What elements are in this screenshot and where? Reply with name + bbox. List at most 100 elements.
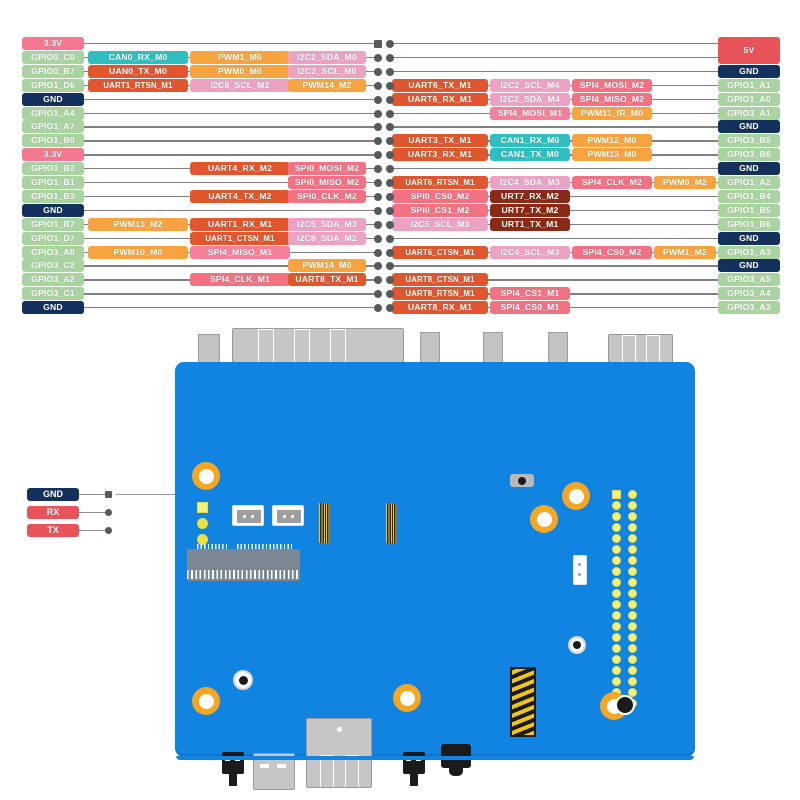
pin-function-chip[interactable]: GPIO3_A1 (718, 106, 780, 120)
header-pin[interactable] (612, 523, 621, 532)
pin-function-chip[interactable]: UAN0_TX_M0 (88, 64, 188, 78)
header-pin[interactable] (374, 109, 382, 118)
pin-function-chip[interactable]: GND (718, 120, 780, 134)
header-pin[interactable] (628, 490, 637, 499)
header-pin[interactable] (386, 109, 394, 118)
header-pin[interactable] (612, 622, 621, 631)
pin-function-chip[interactable]: GPIO3_A3 (718, 301, 780, 315)
header-pin[interactable] (628, 578, 637, 587)
header-pin[interactable] (612, 666, 621, 675)
pin-function-chip[interactable]: UART6_TX_M1 (392, 78, 488, 92)
pin-function-chip[interactable]: SPI4_CLK_M1 (190, 273, 290, 287)
pin-function-chip[interactable]: GPIO1_A7 (22, 120, 84, 134)
header-pin[interactable] (628, 644, 637, 653)
pin-function-chip[interactable]: UART3_TX_M1 (392, 134, 488, 148)
pin-function-chip[interactable]: GND (22, 92, 84, 106)
header-pin[interactable] (374, 81, 382, 90)
header-pin[interactable] (374, 53, 382, 62)
pin-function-chip[interactable]: CAN1_TX_M0 (490, 148, 570, 162)
header-pin[interactable] (386, 81, 394, 90)
pin-function-chip[interactable]: SPI0_CLK_M2 (288, 189, 366, 203)
pin-function-chip[interactable]: PWM1_M2 (654, 245, 716, 259)
header-pin[interactable] (628, 589, 637, 598)
header-pin[interactable] (374, 206, 382, 215)
debug-uart-pin[interactable] (105, 491, 112, 498)
pin-function-chip[interactable]: 3.3V (22, 37, 84, 50)
pin-function-chip[interactable]: GPIO0_C0 (22, 50, 84, 64)
pin-function-chip[interactable]: GPIO3_A0 (22, 245, 84, 259)
header-pin[interactable] (612, 545, 621, 554)
pin-function-chip[interactable]: GPIO1_D6 (22, 78, 84, 92)
header-pin[interactable] (612, 567, 621, 576)
header-pin[interactable] (386, 40, 394, 48)
debug-uart-label[interactable]: TX (27, 524, 79, 537)
header-pin[interactable] (628, 512, 637, 521)
pin-function-chip[interactable]: URT7_RX_M2 (490, 189, 570, 203)
header-pin[interactable] (628, 523, 637, 532)
header-pin[interactable] (612, 512, 621, 521)
pin-function-chip[interactable]: I2C4_SCL_M3 (490, 245, 570, 259)
header-pin[interactable] (374, 248, 382, 257)
pin-function-chip[interactable]: GPIO3_C1 (22, 287, 84, 301)
header-pin[interactable] (628, 501, 637, 510)
header-pin[interactable] (612, 501, 621, 510)
header-pin[interactable] (612, 633, 621, 642)
pin-function-chip[interactable]: GPIO1_A3 (718, 245, 780, 259)
pin-function-chip[interactable]: GND (22, 301, 84, 315)
pin-function-chip[interactable]: PWM13_M0 (572, 148, 652, 162)
pin-function-chip[interactable]: SPI0_CS0_M2 (392, 189, 488, 203)
pin-function-chip[interactable]: I2C2_SDA_M4 (490, 92, 570, 106)
pin-function-chip[interactable]: UART6_RX_M1 (392, 92, 488, 106)
pin-function-chip[interactable]: SPI4_MOSI_M1 (490, 106, 570, 120)
header-pin[interactable] (612, 611, 621, 620)
pin-function-chip[interactable]: GPIO1_A0 (718, 92, 780, 106)
pin-function-chip[interactable]: GPIO3_C2 (22, 259, 84, 273)
header-pin[interactable] (374, 179, 382, 187)
header-pin[interactable] (374, 67, 382, 76)
pin-function-chip[interactable]: PWM12_M0 (572, 134, 652, 148)
pin-function-chip[interactable]: SPI4_CS0_M1 (490, 301, 570, 315)
header-pin[interactable] (386, 67, 394, 76)
header-pin[interactable] (628, 622, 637, 631)
pin-function-chip[interactable]: GPIO1_B3 (22, 189, 84, 203)
pin-function-chip[interactable]: UART1_RX_M1 (190, 217, 290, 231)
pin-function-chip[interactable]: GND (718, 231, 780, 245)
pin-function-chip[interactable]: SPI0_CS1_M2 (392, 203, 488, 217)
pin-function-chip[interactable]: GPIO1_B0 (22, 134, 84, 148)
pin-function-chip[interactable]: GPIO0_B7 (22, 64, 84, 78)
pin-function-chip[interactable]: I2C2_SCL_M0 (288, 64, 366, 78)
header-pin[interactable] (628, 655, 637, 664)
pin-function-chip[interactable]: SPI4_CLK_M2 (572, 176, 652, 189)
pin-1-marker[interactable] (374, 40, 382, 48)
pin-function-chip[interactable]: GPIO1_A2 (718, 176, 780, 189)
pin-function-chip[interactable]: GPIO1_B7 (22, 217, 84, 231)
pin-function-chip[interactable]: UART6_CTSN_M1 (392, 245, 488, 259)
header-pin[interactable] (628, 567, 637, 576)
header-pin[interactable] (386, 192, 394, 201)
header-pin[interactable] (386, 220, 394, 229)
header-pin[interactable] (628, 633, 637, 642)
pin-function-chip[interactable]: PWM1_M0 (190, 50, 290, 64)
pin-function-chip[interactable]: I2C5_SCL_M3 (392, 217, 488, 231)
pin-function-chip[interactable]: GPIO1_B2 (22, 162, 84, 176)
header-pin[interactable] (612, 556, 621, 565)
pin-function-chip[interactable]: GPIO3_B6 (718, 148, 780, 162)
pin-function-chip[interactable]: GPIO1_A4 (22, 106, 84, 120)
header-pin[interactable] (374, 234, 382, 243)
pin-function-chip[interactable]: UART3_RX_M1 (392, 148, 488, 162)
pin-function-chip[interactable]: GPIO1_D7 (22, 231, 84, 245)
header-pin[interactable] (386, 248, 394, 257)
pin-function-chip[interactable]: UART8_RX_M1 (392, 301, 488, 315)
pin-function-chip[interactable]: UART8_RTSN_M1 (392, 287, 488, 301)
header-pin[interactable] (374, 95, 382, 104)
header-pin[interactable] (628, 677, 637, 686)
pin-function-chip[interactable]: SPI4_MOSI_M2 (572, 78, 652, 92)
pin-function-chip[interactable]: GND (718, 64, 780, 78)
header-pin[interactable] (374, 192, 382, 201)
pin-function-chip[interactable]: GND (718, 259, 780, 273)
pin-function-chip[interactable]: PWM13_M2 (88, 217, 188, 231)
pin-function-chip[interactable]: GPIO3_A2 (22, 273, 84, 287)
pin-function-chip[interactable]: UART4_TX_M2 (190, 189, 290, 203)
pin-function-chip[interactable]: 3.3V (22, 148, 84, 162)
pin-function-chip[interactable]: PWM14_M0 (288, 259, 366, 273)
